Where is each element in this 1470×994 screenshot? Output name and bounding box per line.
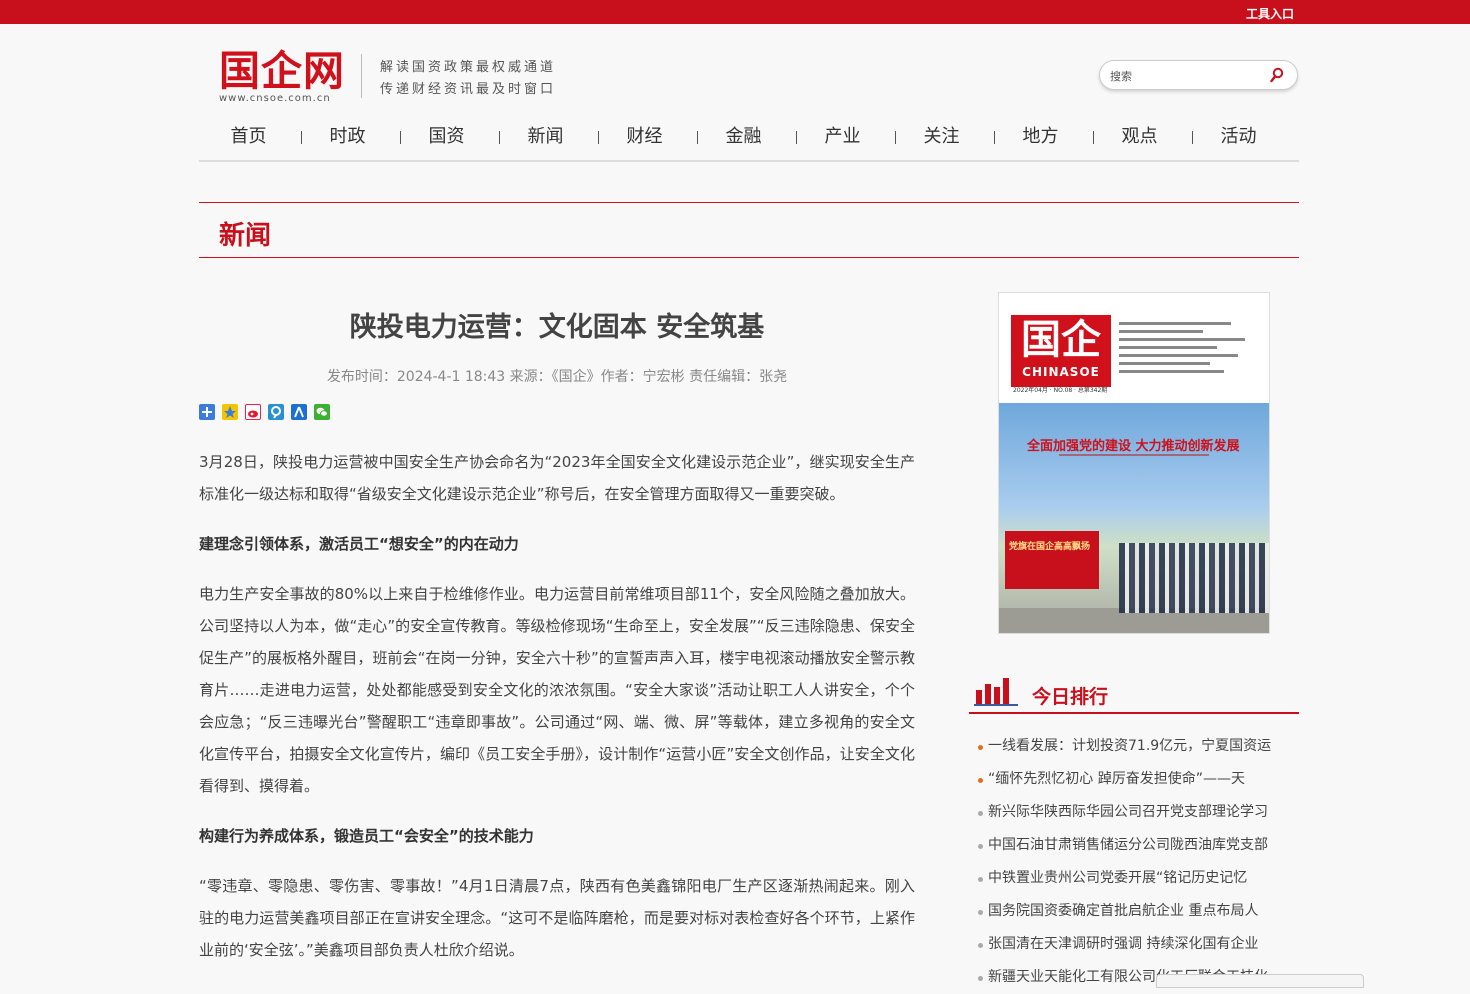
logo-url: www.cnsoe.com.cn — [219, 93, 331, 104]
ranking-item[interactable]: 新兴际华陕西际华园公司召开党支部理论学习 — [976, 796, 1298, 829]
section-header: 新闻 — [199, 202, 1299, 258]
ranking-item-text: 一线看发展：计划投资71.9亿元，宁夏国资运 — [988, 738, 1272, 754]
site-logo[interactable]: 国企网 www.cnsoe.com.cn — [219, 50, 349, 106]
cover-photo: 全面加强党的建设 大力推动创新发展 党旗在国企高高飘扬 — [999, 403, 1269, 633]
nav-item[interactable]: 活动 — [1189, 124, 1288, 150]
share-tencent-icon[interactable] — [268, 404, 284, 420]
ranking-item-text: “缅怀先烈忆初心 踔厉奋发担使命”——天 — [988, 771, 1245, 787]
ranking-item-text: 新兴际华陕西际华园公司召开党支部理论学习 — [988, 804, 1268, 820]
search-box — [1099, 60, 1298, 90]
cover-brand: 国企 CHINASOE — [1011, 315, 1111, 387]
ranking-bullet — [978, 778, 983, 783]
share-qzone-icon[interactable] — [222, 404, 238, 420]
nav-item[interactable]: 地方 — [991, 124, 1094, 150]
nav-item[interactable]: 财经 — [595, 124, 698, 150]
search-icon[interactable] — [1270, 67, 1284, 83]
ranking-header: 今日排行 — [969, 672, 1299, 714]
ranking-bullet — [978, 844, 983, 849]
share-wechat-icon[interactable] — [314, 404, 330, 420]
ranking-chart-icon — [974, 678, 1018, 706]
cover-subline — [1059, 454, 1209, 456]
ranking-title: 今日排行 — [1032, 686, 1109, 708]
ranking-item[interactable]: “缅怀先烈忆初心 踔厉奋发担使命”——天 — [976, 763, 1298, 796]
nav-item[interactable]: 关注 — [892, 124, 995, 150]
cover-headline: 全面加强党的建设 大力推动创新发展 — [1027, 439, 1240, 454]
cover-toc — [1119, 317, 1259, 378]
ranking-bullet — [978, 745, 983, 750]
nav-item[interactable]: 金融 — [694, 124, 797, 150]
cover-crowd — [1119, 543, 1269, 613]
nav-item-label: 活动 — [1220, 126, 1257, 147]
logo-name: 国企网 — [219, 47, 345, 95]
ranking-list: 一线看发展：计划投资71.9亿元，宁夏国资运 “缅怀先烈忆初心 踔厉奋发担使命”—… — [976, 730, 1298, 994]
main-nav: 首页 时政 国资 新闻 财经 金融 产业 关注 地方 观点 活动 — [199, 124, 1299, 162]
tools-entry-link[interactable]: 工具入口 — [1246, 5, 1294, 22]
article-paragraph: 3月28日，陕投电力运营被中国安全生产协会命名为“2023年全国安全文化建设示范… — [199, 453, 915, 503]
slogan: 解读国资政策最权威通道 传递财经资讯最及时窗口 — [380, 57, 556, 101]
cover-billboard-text: 党旗在国企高高飘扬 — [1009, 542, 1091, 552]
ranking-item-text: 中铁置业贵州公司党委开展“铭记历史记忆 — [988, 870, 1248, 886]
cover-brand-name: 国企 — [1021, 316, 1101, 363]
ranking-bullet — [978, 976, 983, 981]
cover-masthead: 国企 CHINASOE 2022年04月 · NO.08 · 总第342期 — [999, 293, 1269, 403]
nav-item[interactable]: 观点 — [1090, 124, 1193, 150]
ranking-item[interactable]: 中国石油甘肃销售储运分公司陇西油库党支部 — [976, 829, 1298, 862]
nav-item[interactable]: 新闻 — [496, 124, 599, 150]
ranking-item[interactable]: 国务院国资委确定首批启航企业 重点布局人 — [976, 895, 1298, 928]
nav-item-label: 国资 — [428, 126, 465, 147]
article-title: 陕投电力运营：文化固本 安全筑基 — [349, 312, 765, 343]
nav-item-label: 地方 — [1022, 126, 1059, 147]
ranking-bullet — [978, 877, 983, 882]
nav-item-label: 首页 — [230, 126, 267, 147]
nav-item[interactable]: 产业 — [793, 124, 896, 150]
ranking-item-text: 中国石油甘肃销售储运分公司陇西油库党支部 — [988, 837, 1268, 853]
article-paragraph: “零违章、零隐患、零伤害、零事故！”4月1日清晨7点，陕西有色美鑫锦阳电厂生产区… — [199, 877, 915, 959]
nav-item-label: 产业 — [824, 126, 861, 147]
nav-item[interactable]: 国资 — [397, 124, 500, 150]
nav-item-label: 关注 — [923, 126, 960, 147]
cover-issue: 2022年04月 · NO.08 · 总第342期 — [1013, 387, 1108, 394]
nav-item-label: 观点 — [1121, 126, 1158, 147]
nav-item[interactable]: 首页 — [199, 124, 302, 150]
nav-item-label: 时政 — [329, 126, 366, 147]
share-weibo-icon[interactable] — [245, 404, 261, 420]
ranking-item[interactable]: 中铁置业贵州公司党委开展“铭记历史记忆 — [976, 862, 1298, 895]
ranking-item[interactable]: 一线看发展：计划投资71.9亿元，宁夏国资运 — [976, 730, 1298, 763]
share-bar — [199, 404, 330, 420]
ranking-bullet — [978, 910, 983, 915]
article-meta: 发布时间：2024-4-1 18:43 来源：《国企》作者：宁宏彬 责任编辑：张… — [326, 369, 788, 385]
article-body: 3月28日，陕投电力运营被中国安全生产协会命名为“2023年全国安全文化建设示范… — [199, 446, 915, 984]
ranking-bullet — [978, 943, 983, 948]
nav-item-label: 金融 — [725, 126, 762, 147]
article-paragraph: 电力生产安全事故的80%以上来自于检维修作业。电力运营目前常维项目部11个，安全… — [199, 585, 915, 795]
search-input[interactable] — [1110, 67, 1260, 85]
ranking-item-text: 国务院国资委确定首批启航企业 重点布局人 — [988, 903, 1259, 919]
share-renren-icon[interactable] — [291, 404, 307, 420]
nav-item[interactable]: 时政 — [298, 124, 401, 150]
floating-toolbar[interactable] — [1156, 974, 1364, 988]
slogan-line-1: 解读国资政策最权威通道 — [380, 60, 557, 75]
slogan-line-2: 传递财经资讯最及时窗口 — [380, 82, 557, 97]
ranking-item[interactable]: 张国清在天津调研时强调 持续深化国有企业 — [976, 928, 1298, 961]
section-title: 新闻 — [219, 221, 272, 251]
ranking-bullet — [978, 811, 983, 816]
ranking-item-text: 张国清在天津调研时强调 持续深化国有企业 — [988, 936, 1259, 952]
cover-brand-en: CHINASOE — [1022, 365, 1100, 379]
article-subheading: 建理念引领体系，激活员工“想安全”的内在动力 — [199, 535, 519, 553]
magazine-cover[interactable]: 国企 CHINASOE 2022年04月 · NO.08 · 总第342期 全面… — [998, 292, 1270, 634]
nav-item-label: 新闻 — [527, 126, 564, 147]
article-subheading: 构建行为养成体系，锻造员工“会安全”的技术能力 — [199, 827, 534, 845]
logo-divider — [361, 54, 362, 98]
nav-item-label: 财经 — [626, 126, 663, 147]
share-more-icon[interactable] — [199, 404, 215, 420]
top-bar: 工具入口 — [0, 0, 1470, 24]
cover-billboard: 党旗在国企高高飘扬 — [1005, 531, 1099, 589]
